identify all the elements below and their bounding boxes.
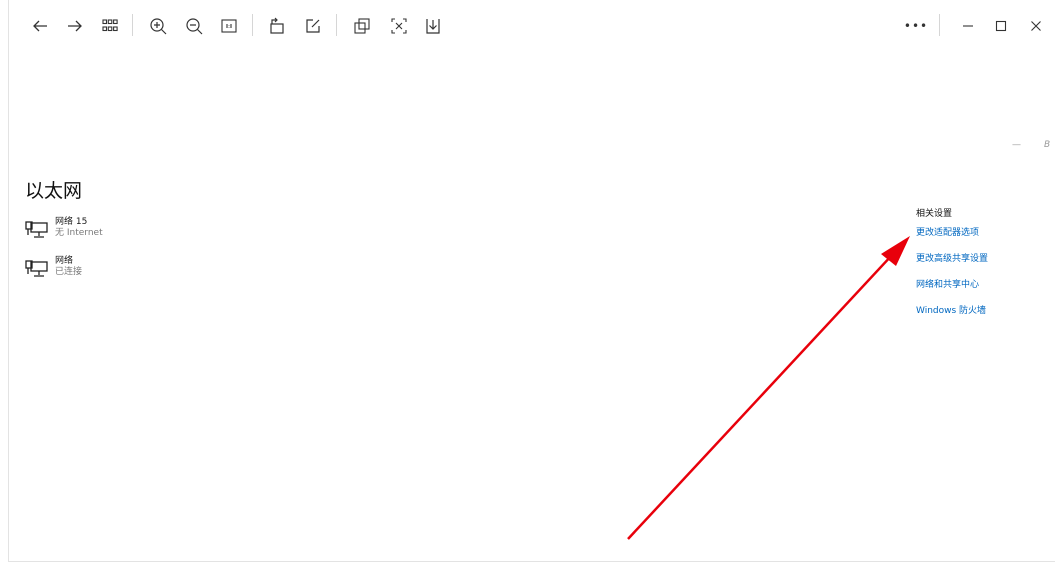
side-letter-hint: B [1044, 140, 1051, 150]
network-sharing-center-link[interactable]: 网络和共享中心 [916, 277, 979, 290]
actual-size-icon[interactable] [217, 14, 241, 38]
screenshot-frame [8, 0, 1055, 562]
side-minimize-hint: — [1012, 140, 1021, 150]
toolbar-separator [939, 14, 940, 36]
adapter-name: 网络 [55, 256, 74, 266]
network-adapter-icon [25, 260, 48, 277]
grid-icon[interactable] [98, 14, 122, 38]
change-adapter-options-link[interactable]: 更改适配器选项 [916, 225, 979, 238]
back-arrow-icon[interactable] [28, 14, 52, 38]
close-button[interactable] [1022, 14, 1050, 38]
zoom-out-icon[interactable] [182, 14, 206, 38]
more-options-button[interactable]: ••• [904, 14, 928, 38]
adapter-name: 网络 15 [55, 217, 88, 227]
edit-icon[interactable] [301, 14, 325, 38]
ocr-icon[interactable] [387, 14, 411, 38]
copy-icon[interactable] [350, 14, 374, 38]
adapter-item[interactable]: 网络 15 无 Internet [25, 217, 103, 240]
save-icon[interactable] [421, 14, 445, 38]
rotate-icon[interactable] [265, 14, 289, 38]
adapter-status: 已连接 [55, 267, 83, 277]
minimize-button[interactable] [954, 14, 982, 38]
toolbar-separator [252, 14, 253, 36]
network-adapter-icon [25, 221, 48, 238]
adapter-item[interactable]: 网络 已连接 [25, 256, 82, 279]
forward-arrow-icon[interactable] [63, 14, 87, 38]
viewer-toolbar: ••• [0, 0, 1056, 52]
toolbar-separator [132, 14, 133, 36]
adapter-status: 无 Internet [55, 228, 103, 238]
related-settings-title: 相关设置 [916, 209, 953, 219]
advanced-sharing-settings-link[interactable]: 更改高级共享设置 [916, 251, 988, 264]
zoom-in-icon[interactable] [146, 14, 170, 38]
windows-firewall-link[interactable]: Windows 防火墙 [916, 303, 986, 316]
maximize-button[interactable] [987, 14, 1015, 38]
page-title: 以太网 [25, 180, 83, 202]
toolbar-separator [336, 14, 337, 36]
